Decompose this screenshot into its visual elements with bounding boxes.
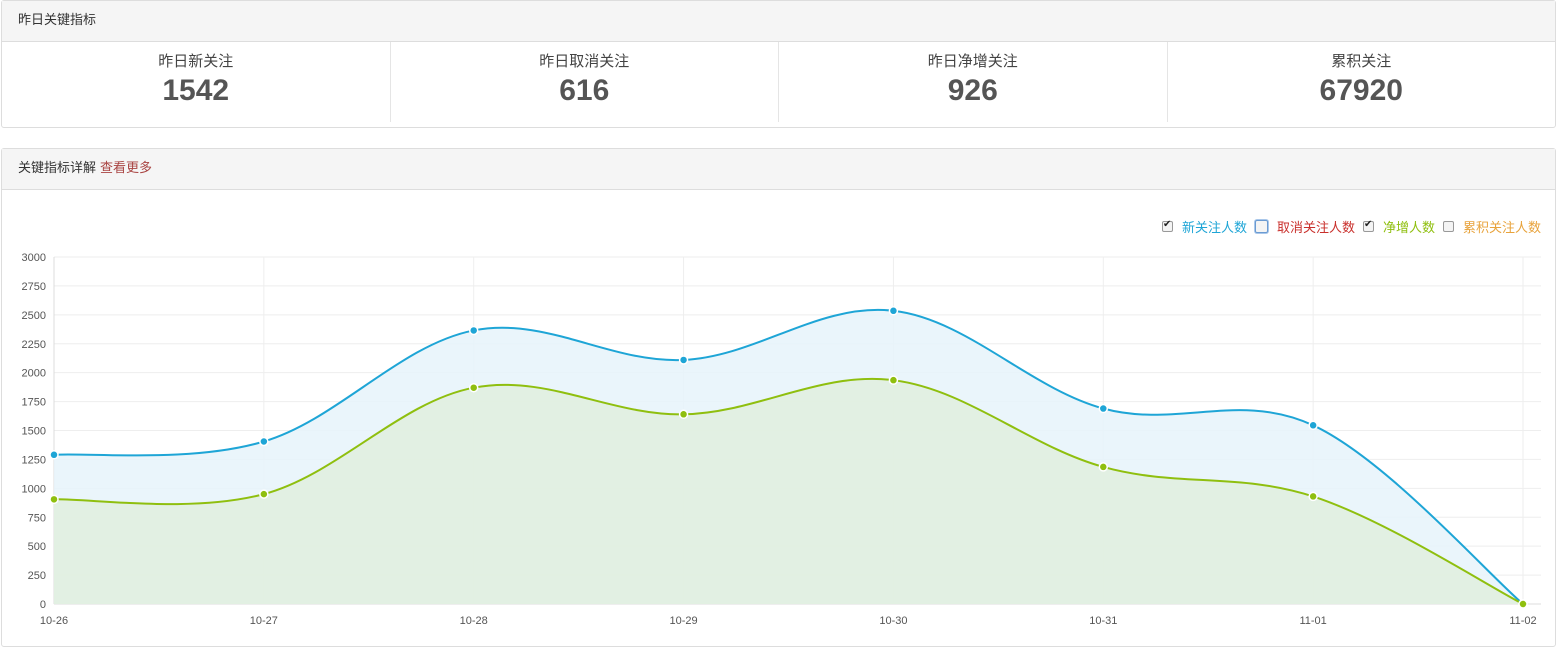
data-point — [1098, 462, 1109, 472]
kpi-net-follow: 昨日净增关注 926 — [779, 42, 1168, 122]
line-chart: 0 250 500 750 1000 1250 1500 1750 2000 2250 2500 27… — [22, 252, 1541, 627]
data-point — [1308, 491, 1318, 502]
kpi-label: 昨日新关注 — [158, 52, 234, 70]
data-point — [468, 325, 479, 336]
data-point — [49, 494, 59, 505]
kpi-value: 1542 — [162, 74, 230, 107]
data-point — [888, 306, 899, 316]
data-point — [888, 375, 899, 385]
data-point — [1308, 420, 1318, 431]
kpi-label: 累积关注 — [1331, 52, 1392, 70]
kpi-label: 昨日净增关注 — [927, 52, 1018, 70]
x-tick-label: 10-29 — [670, 615, 698, 627]
y-tick-label: 0 — [40, 599, 46, 611]
x-tick-label: 11-02 — [1509, 615, 1536, 627]
detail-panel: 关键指标详解查看更多 新关注人数 取消关注人数 净增人数 累积关注人数 0250… — [1, 148, 1556, 647]
y-tick-label: 2000 — [22, 368, 46, 380]
x-tick-label: 10-30 — [879, 615, 907, 627]
data-point — [678, 409, 689, 420]
kpi-value: 67920 — [1319, 74, 1403, 107]
x-tick-label: 10-27 — [250, 615, 278, 627]
y-tick-label: 1250 — [22, 454, 46, 466]
y-tick-label: 2250 — [22, 339, 46, 351]
kpi-label: 昨日取消关注 — [539, 52, 630, 70]
y-tick-label: 3000 — [22, 252, 46, 264]
x-tick-label: 10-26 — [40, 615, 68, 627]
kpi-value: 926 — [947, 74, 998, 107]
kpi-new-follow: 昨日新关注 1542 — [2, 42, 391, 122]
kpi-row: 昨日新关注 1542 昨日取消关注 616 昨日净增关注 926 累积关注 67… — [2, 42, 1555, 122]
y-tick-label: 1500 — [22, 426, 46, 438]
y-tick-label: 500 — [28, 541, 46, 553]
y-tick-label: 1750 — [22, 397, 46, 409]
data-point — [259, 489, 269, 499]
data-point — [1518, 599, 1528, 609]
data-point — [678, 355, 689, 365]
data-point — [468, 382, 479, 393]
kpi-panel: 昨日关键指标 昨日新关注 1542 昨日取消关注 616 昨日净增关注 926 … — [1, 0, 1556, 128]
y-tick-label: 2750 — [22, 281, 46, 293]
x-tick-label: 11-01 — [1299, 615, 1326, 627]
kpi-panel-title: 昨日关键指标 — [2, 1, 1555, 42]
data-point — [259, 436, 269, 447]
x-tick-label: 10-28 — [460, 615, 488, 627]
x-tick-label: 10-31 — [1089, 615, 1117, 627]
y-tick-label: 2500 — [22, 310, 46, 322]
kpi-total-follow: 累积关注 67920 — [1168, 42, 1556, 122]
y-tick-label: 750 — [28, 512, 46, 524]
data-point — [49, 450, 59, 460]
y-tick-label: 1000 — [22, 483, 46, 495]
kpi-value: 616 — [559, 74, 610, 107]
data-point — [1098, 403, 1109, 414]
kpi-unfollow: 昨日取消关注 616 — [391, 42, 779, 122]
y-tick-label: 250 — [28, 570, 46, 582]
